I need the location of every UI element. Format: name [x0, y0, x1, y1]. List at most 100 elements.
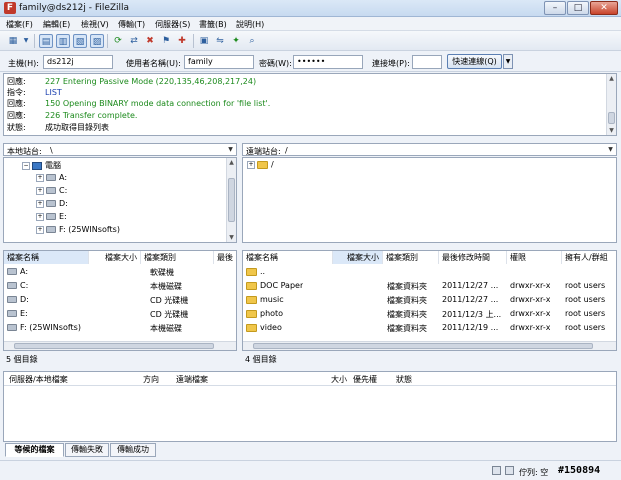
queue-column-priority[interactable]: 優先權 — [353, 374, 377, 385]
host-input[interactable]: ds212j — [43, 55, 113, 69]
expand-icon[interactable]: + — [247, 160, 255, 169]
scroll-up-icon[interactable]: ▲ — [607, 74, 616, 83]
toggle-remote-tree-icon[interactable]: ▧ — [73, 34, 87, 48]
message-log[interactable]: 回應: 227 Entering Passive Mode (220,135,46… — [3, 73, 617, 136]
tree-label: E: — [59, 212, 67, 221]
status-bar: 佇列: 空 — [0, 460, 621, 480]
remote-path-dropdown-icon[interactable]: ▼ — [606, 145, 615, 155]
expand-icon[interactable]: + — [36, 212, 44, 221]
minimize-button[interactable]: – — [544, 1, 566, 15]
remote-list-hscrollbar[interactable] — [243, 341, 616, 350]
menu-edit[interactable]: 編輯(E) — [43, 19, 70, 30]
menu-bookmarks[interactable]: 書籤(B) — [199, 19, 227, 30]
port-input[interactable] — [412, 55, 442, 69]
expand-icon[interactable]: + — [36, 173, 44, 182]
scroll-down-icon[interactable]: ▼ — [607, 126, 616, 135]
window-title: family@ds212j - FileZilla — [19, 3, 130, 13]
toggle-queue-icon[interactable]: ▨ — [90, 34, 104, 48]
queue-column-remote-file[interactable]: 遠端檔案 — [176, 374, 208, 385]
column-filename[interactable]: 檔案名稱 — [243, 251, 333, 264]
tree-node[interactable]: + F: (25WINsofts) — [36, 225, 120, 234]
menu-view[interactable]: 檢視(V) — [81, 19, 109, 30]
toggle-sync-browsing-icon[interactable]: ⇋ — [213, 34, 227, 48]
menu-file[interactable]: 檔案(F) — [6, 19, 33, 30]
local-tree-scrollbar[interactable]: ▲ ▼ — [226, 158, 236, 242]
remote-site-bar: 遠端站台: / ▼ — [242, 143, 617, 156]
column-modified[interactable]: 最後 — [214, 251, 236, 264]
queue-status: 佇列: 空 — [519, 468, 549, 477]
menu-transfer[interactable]: 傳輸(T) — [118, 19, 145, 30]
transfer-queue[interactable]: 伺服器/本地檔案 方向 遠端檔案 大小 優先權 狀態 — [3, 371, 617, 442]
column-owner[interactable]: 擁有人/群組 — [562, 251, 616, 264]
tree-node[interactable]: − 電腦 — [22, 160, 61, 171]
quickconnect-dropdown-icon[interactable]: ▼ — [503, 54, 513, 69]
remote-path-input[interactable]: / — [285, 146, 288, 155]
tab-queued-files[interactable]: 等候的檔案 — [5, 443, 64, 457]
scroll-thumb[interactable] — [14, 343, 214, 349]
menu-server[interactable]: 伺服器(S) — [155, 19, 190, 30]
search-remote-files-icon[interactable]: ⌕ — [245, 34, 259, 48]
scroll-thumb[interactable] — [608, 112, 615, 124]
column-filesize[interactable]: 檔案大小 — [89, 251, 141, 264]
expand-icon[interactable]: + — [36, 186, 44, 195]
toggle-log-icon[interactable]: ▤ — [39, 34, 53, 48]
queue-column-direction[interactable]: 方向 — [143, 374, 159, 385]
password-input[interactable]: •••••• — [293, 55, 363, 69]
title-bar[interactable]: F family@ds212j - FileZilla – □ ✕ — [0, 0, 621, 17]
maximize-button[interactable]: □ — [567, 1, 589, 15]
remote-file-list[interactable]: 檔案名稱 檔案大小 檔案類別 最後修改時間 權限 擁有人/群組 .. DOC P… — [242, 250, 617, 351]
tree-node[interactable]: + D: — [36, 199, 68, 208]
speed-limit-icon[interactable] — [505, 466, 514, 475]
cancel-operation-icon[interactable]: ✖ — [143, 34, 157, 48]
column-modified[interactable]: 最後修改時間 — [439, 251, 507, 264]
tree-label: C: — [59, 186, 68, 195]
directory-listing-filter-icon[interactable]: ▣ — [197, 34, 211, 48]
local-list-hscrollbar[interactable] — [4, 341, 236, 350]
column-filesize[interactable]: 檔案大小 — [333, 251, 383, 264]
local-file-list[interactable]: 檔案名稱 檔案大小 檔案類別 最後 A: 軟碟機 C: 本機磁碟 D: CD 光碟機 … — [3, 250, 237, 351]
toolbar-separator — [107, 34, 108, 48]
column-filename[interactable]: 檔案名稱 — [4, 251, 89, 264]
folder-icon — [246, 309, 257, 318]
local-path-dropdown-icon[interactable]: ▼ — [226, 145, 235, 155]
tree-node[interactable]: + A: — [36, 173, 67, 182]
scroll-thumb[interactable] — [228, 178, 235, 222]
refresh-icon[interactable]: ⟳ — [111, 34, 125, 48]
remote-column-header-row: 檔案名稱 檔案大小 檔案類別 最後修改時間 權限 擁有人/群組 — [243, 251, 616, 264]
tree-node[interactable]: + / — [247, 160, 274, 169]
queue-column-server-file[interactable]: 伺服器/本地檔案 — [9, 374, 68, 385]
column-filetype[interactable]: 檔案類別 — [141, 251, 214, 264]
quickconnect-button[interactable]: 快速連線(Q) — [447, 54, 502, 69]
site-manager-dropdown-icon[interactable]: ▼ — [22, 34, 30, 48]
tree-node[interactable]: + C: — [36, 186, 67, 195]
column-filetype[interactable]: 檔案類別 — [383, 251, 439, 264]
expand-icon[interactable]: + — [36, 199, 44, 208]
scroll-down-icon[interactable]: ▼ — [227, 233, 236, 242]
remote-directory-tree[interactable]: + / — [242, 157, 617, 243]
log-scrollbar[interactable]: ▲ ▼ — [606, 74, 616, 135]
filezilla-app-icon[interactable]: F — [4, 2, 16, 14]
column-permissions[interactable]: 權限 — [507, 251, 562, 264]
disconnect-icon[interactable]: ⚑ — [159, 34, 173, 48]
site-manager-icon[interactable]: ▦ — [6, 34, 20, 48]
file-modified: 2011/12/27 ... — [442, 295, 499, 304]
queue-column-size[interactable]: 大小 — [331, 374, 347, 385]
log-line: 回應: 227 Entering Passive Mode (220,135,46… — [7, 76, 256, 87]
local-directory-tree[interactable]: − 電腦 + A: + C: + D: + E: + F: (25WINsofts) ▲ ▼ — [3, 157, 237, 243]
queue-column-status[interactable]: 狀態 — [396, 374, 412, 385]
scroll-thumb[interactable] — [253, 343, 593, 349]
tab-failed-transfers[interactable]: 傳輸失敗 — [65, 443, 109, 457]
toggle-local-tree-icon[interactable]: ▥ — [56, 34, 70, 48]
scroll-up-icon[interactable]: ▲ — [227, 158, 236, 167]
tree-node[interactable]: + E: — [36, 212, 67, 221]
process-queue-icon[interactable]: ⇄ — [127, 34, 141, 48]
expand-icon[interactable]: + — [36, 225, 44, 234]
collapse-icon[interactable]: − — [22, 161, 30, 170]
local-path-input[interactable]: \ — [50, 146, 53, 155]
close-button[interactable]: ✕ — [590, 1, 618, 15]
menu-help[interactable]: 說明(H) — [236, 19, 264, 30]
username-input[interactable]: family — [184, 55, 254, 69]
reconnect-icon[interactable]: ✚ — [175, 34, 189, 48]
directory-comparison-icon[interactable]: ✦ — [229, 34, 243, 48]
tab-successful-transfers[interactable]: 傳輸成功 — [110, 443, 156, 457]
